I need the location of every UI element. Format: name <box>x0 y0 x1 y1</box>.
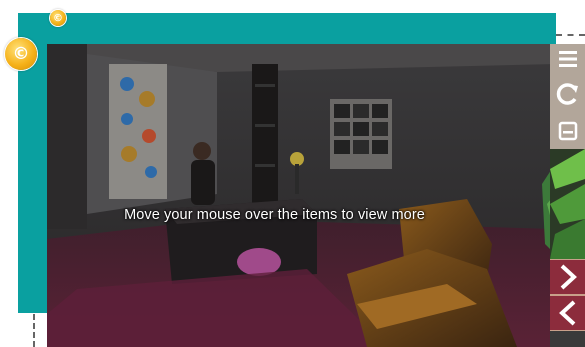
coin-badge-small[interactable]: © <box>50 10 66 26</box>
guide-line-top <box>556 34 585 36</box>
curtain <box>47 44 87 229</box>
lamp <box>290 152 304 166</box>
pink-chair <box>237 248 281 276</box>
next-button[interactable] <box>550 259 585 295</box>
save-icon <box>558 121 577 141</box>
room-scene <box>47 44 555 347</box>
chevron-right-icon <box>560 264 577 290</box>
coin-symbol-small: © <box>53 12 63 24</box>
side-toolbar <box>550 44 585 347</box>
refresh-button[interactable] <box>550 74 585 113</box>
plant-leaves <box>550 149 585 259</box>
guide-line-left <box>33 314 35 347</box>
coin-badge-large[interactable]: © <box>5 38 37 70</box>
person <box>193 142 211 160</box>
page: Move your mouse over the items to view m… <box>0 0 585 347</box>
wall-art-left <box>109 64 167 199</box>
coin-symbol-large: © <box>12 44 30 64</box>
save-button[interactable] <box>550 113 585 149</box>
menu-button[interactable] <box>550 44 585 74</box>
chevron-left-icon <box>558 300 575 326</box>
refresh-icon <box>556 82 578 105</box>
instruction-message: Move your mouse over the items to view m… <box>124 207 425 223</box>
room-scene-viewport[interactable] <box>47 44 555 347</box>
menu-icon <box>558 51 577 67</box>
previous-button[interactable] <box>550 295 585 331</box>
